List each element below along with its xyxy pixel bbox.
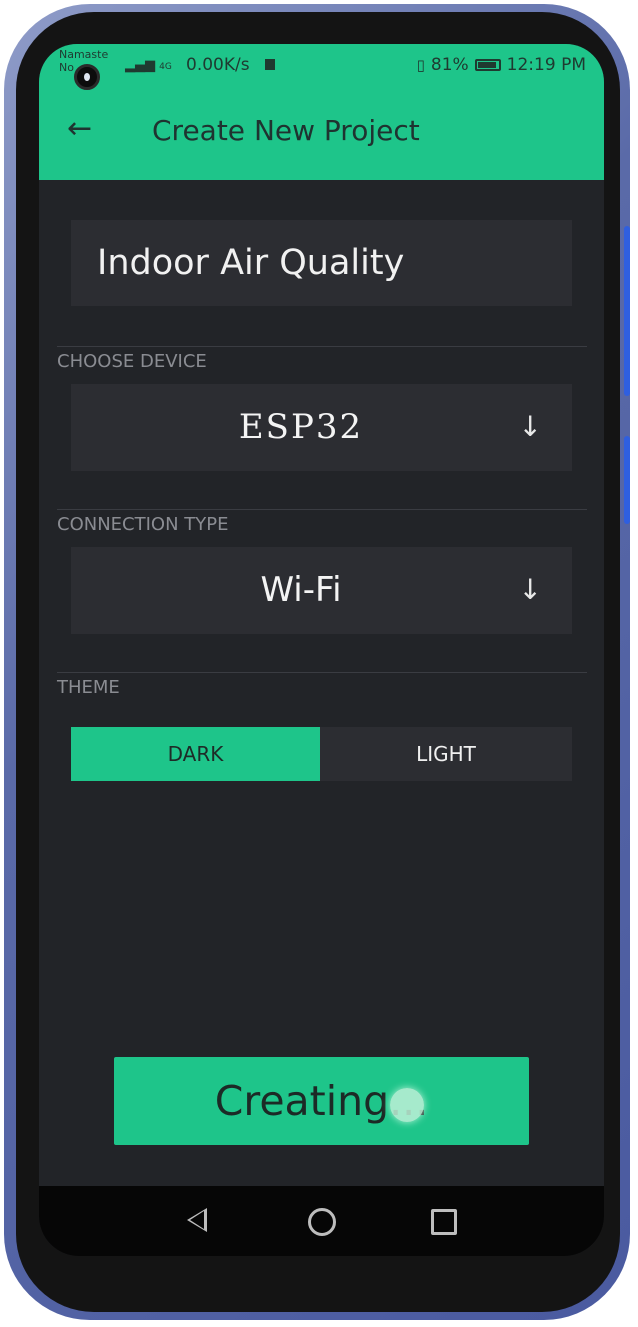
page-title: Create New Project [152,114,420,147]
power-button [624,436,630,524]
battery-percent: 81% [430,55,469,75]
device-select[interactable]: ESP32 ↓ [71,384,572,471]
project-name-input[interactable]: Indoor Air Quality [71,220,572,306]
arrow-down-icon: ↓ [518,573,542,606]
clock: 12:19 PM [506,55,586,75]
navigation-bar [39,1186,604,1256]
vibrate-icon: ▯ [416,56,425,74]
theme-dark-option[interactable]: DARK [71,727,320,781]
connection-select[interactable]: Wi-Fi ↓ [71,547,572,634]
app-bar: ← Create New Project [39,86,604,180]
phone-frame: Namaste No ▂▄▆ 4G 0.00K/s ▯ 81% 12:19 PM… [4,4,630,1320]
connection-value: Wi-Fi [260,570,342,610]
nav-back-icon[interactable] [187,1208,207,1232]
network-speed: 0.00K/s [186,55,250,75]
theme-toggle: DARK LIGHT [71,727,572,781]
theme-light-option[interactable]: LIGHT [320,727,572,781]
status-right: ▯ 81% 12:19 PM [417,55,586,75]
create-button[interactable]: Creating... [114,1057,529,1145]
signal-icon: ▂▄▆ 4G [125,58,172,73]
status-bar: Namaste No ▂▄▆ 4G 0.00K/s ▯ 81% 12:19 PM [39,44,604,86]
network-type: 4G [159,62,172,72]
device-value: ESP32 [238,407,364,447]
screen: Namaste No ▂▄▆ 4G 0.00K/s ▯ 81% 12:19 PM… [39,44,604,1256]
notification-icon [265,59,275,70]
arrow-down-icon: ↓ [518,410,542,443]
divider [57,672,587,673]
volume-button [624,226,630,396]
divider [57,509,587,510]
nav-home-icon[interactable] [308,1208,336,1236]
theme-label: THEME [57,677,120,698]
divider [57,346,587,347]
arrow-left-icon[interactable]: ← [67,114,97,144]
choose-device-label: CHOOSE DEVICE [57,351,207,372]
connection-type-label: CONNECTION TYPE [57,514,229,535]
nav-recent-icon[interactable] [431,1209,457,1235]
battery-icon [474,59,501,71]
loading-spinner-icon [390,1088,424,1122]
front-camera-icon [74,64,100,90]
